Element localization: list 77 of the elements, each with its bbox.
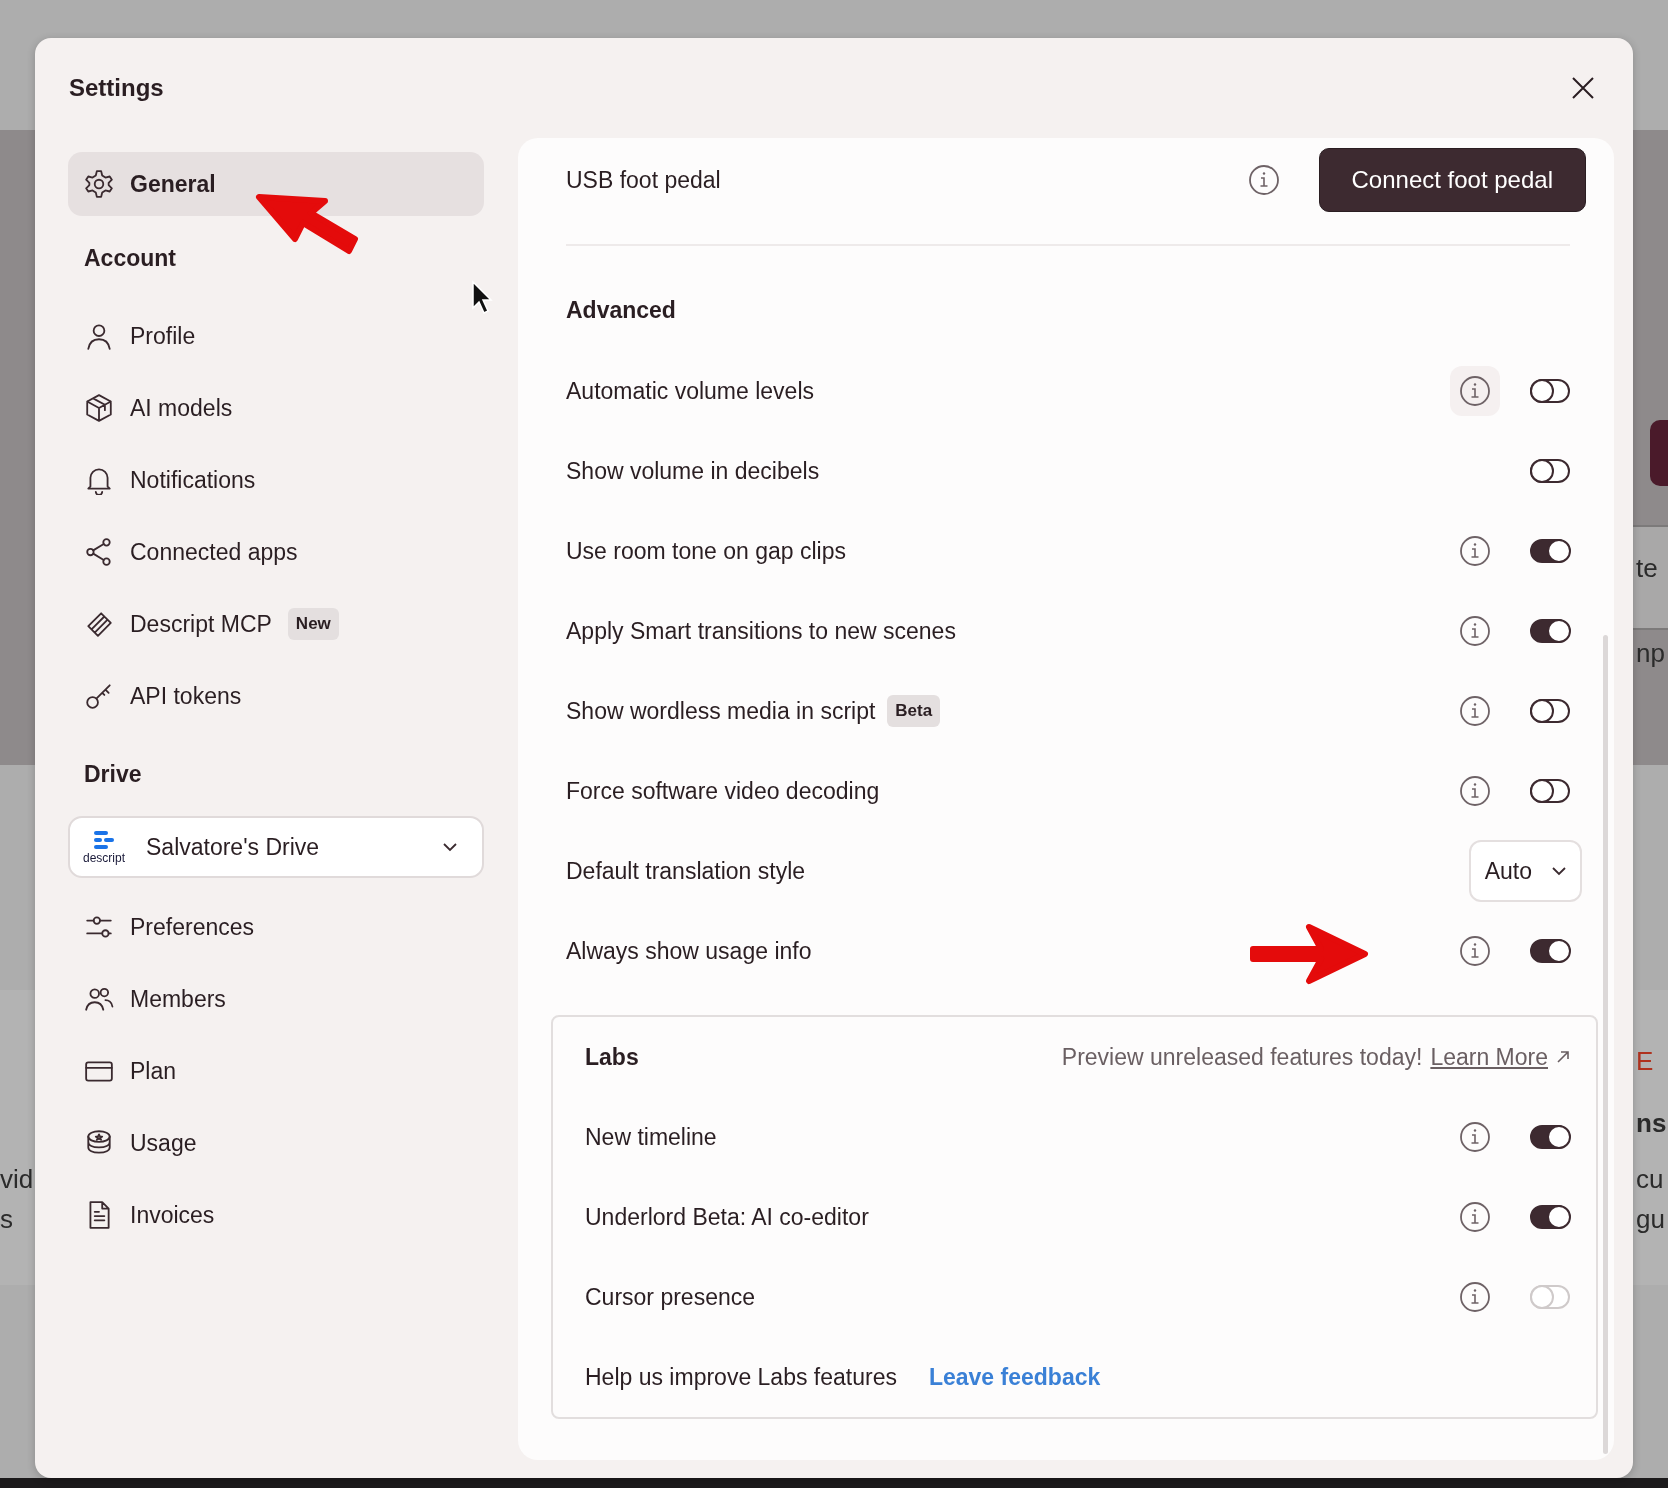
- drive-dropdown[interactable]: descript Salvatore's Drive: [68, 816, 484, 878]
- setting-label: Default translation style: [566, 856, 806, 886]
- new-tag: New: [287, 608, 339, 640]
- toggle-switch[interactable]: [1530, 939, 1570, 963]
- section-heading: Account: [84, 243, 176, 273]
- cursor-icon: [471, 280, 493, 316]
- section-heading: Advanced: [566, 296, 676, 326]
- sidebar-item[interactable]: Descript MCP New: [68, 588, 484, 660]
- sidebar-item[interactable]: Profile: [68, 300, 484, 372]
- background-text: np: [1636, 637, 1665, 670]
- sidebar-item[interactable]: AI models: [68, 372, 484, 444]
- sidebar-item[interactable]: Notifications: [68, 444, 484, 516]
- info-icon[interactable]: [1459, 1121, 1491, 1153]
- background-text: ns: [1636, 1107, 1667, 1140]
- setting-label: Always show usage info: [566, 936, 812, 966]
- tagline-text: Preview unreleased features today!: [1061, 1042, 1423, 1072]
- background-text: vid: [0, 1163, 34, 1196]
- toggle-switch[interactable]: [1530, 779, 1570, 803]
- toggle-switch[interactable]: [1530, 539, 1570, 563]
- button-edge: [1650, 420, 1668, 486]
- setting-label: New timeline: [585, 1122, 717, 1152]
- toggle-switch[interactable]: [1530, 1205, 1570, 1229]
- setting-label: Show wordless media in script: [566, 696, 876, 726]
- setting-label: Force software video decoding: [566, 776, 880, 806]
- setting-label: Cursor presence: [585, 1282, 756, 1312]
- chevron-down-icon: [442, 842, 458, 852]
- sidebar-item[interactable]: Invoices: [68, 1179, 484, 1251]
- setting-label: Use room tone on gap clips: [566, 536, 846, 566]
- share-icon: [84, 537, 114, 567]
- background-text: s: [0, 1203, 13, 1236]
- info-icon[interactable]: [1450, 366, 1500, 416]
- info-icon[interactable]: [1459, 1201, 1491, 1233]
- sidebar-item[interactable]: Usage: [68, 1107, 484, 1179]
- sidebar-item[interactable]: Plan: [68, 1035, 484, 1107]
- external-link-icon: [1556, 1050, 1570, 1064]
- close-icon: [1571, 76, 1595, 100]
- key-icon: [84, 681, 114, 711]
- feedback-link[interactable]: Leave feedback: [928, 1359, 1101, 1395]
- setting-label: Help us improve Labs features: [585, 1362, 897, 1392]
- sidebar-item[interactable]: Members: [68, 963, 484, 1035]
- section-heading: Labs: [585, 1042, 639, 1072]
- info-icon[interactable]: [1459, 615, 1491, 647]
- gear-icon: [84, 169, 114, 199]
- toggle-switch[interactable]: [1530, 1125, 1570, 1149]
- setting-label: Underlord Beta: AI co-editor: [585, 1202, 869, 1232]
- toggle-switch[interactable]: [1530, 379, 1570, 403]
- sidebar-item[interactable]: General: [68, 152, 484, 216]
- info-icon[interactable]: [1459, 535, 1491, 567]
- sidebar-item[interactable]: Connected apps: [68, 516, 484, 588]
- person-icon: [84, 321, 114, 351]
- setting-label: Apply Smart transitions to new scenes: [566, 616, 956, 646]
- sidebar-item[interactable]: API tokens: [68, 660, 484, 732]
- info-icon[interactable]: [1459, 695, 1491, 727]
- toggle-switch[interactable]: [1530, 459, 1570, 483]
- cube-icon: [84, 393, 114, 423]
- learn-more-link[interactable]: Learn More: [1430, 1039, 1548, 1075]
- logo: descript: [76, 830, 132, 864]
- connect-button[interactable]: Connect foot pedal: [1318, 148, 1586, 212]
- setting-label: Show volume in decibels: [566, 456, 820, 486]
- chevron-down-icon: [1552, 866, 1566, 876]
- info-icon[interactable]: [1459, 935, 1491, 967]
- toggle-switch[interactable]: [1530, 699, 1570, 723]
- background-text: cu: [1636, 1163, 1664, 1196]
- section-heading: Drive: [84, 759, 142, 789]
- select-dropdown[interactable]: Auto: [1468, 840, 1582, 902]
- bell-icon: [84, 465, 114, 495]
- background-text: te: [1636, 552, 1658, 585]
- toggle-switch[interactable]: [1530, 619, 1570, 643]
- info-icon[interactable]: [1247, 164, 1280, 196]
- sidebar-item[interactable]: Preferences: [68, 891, 484, 963]
- beta-tag: Beta: [887, 695, 941, 727]
- dialog-title: Settings: [69, 73, 164, 103]
- setting-label: USB foot pedal: [566, 165, 722, 195]
- background-text: gu: [1636, 1203, 1665, 1236]
- info-icon[interactable]: [1459, 775, 1491, 807]
- setting-label: Automatic volume levels: [566, 376, 814, 406]
- background-text: E: [1636, 1045, 1654, 1078]
